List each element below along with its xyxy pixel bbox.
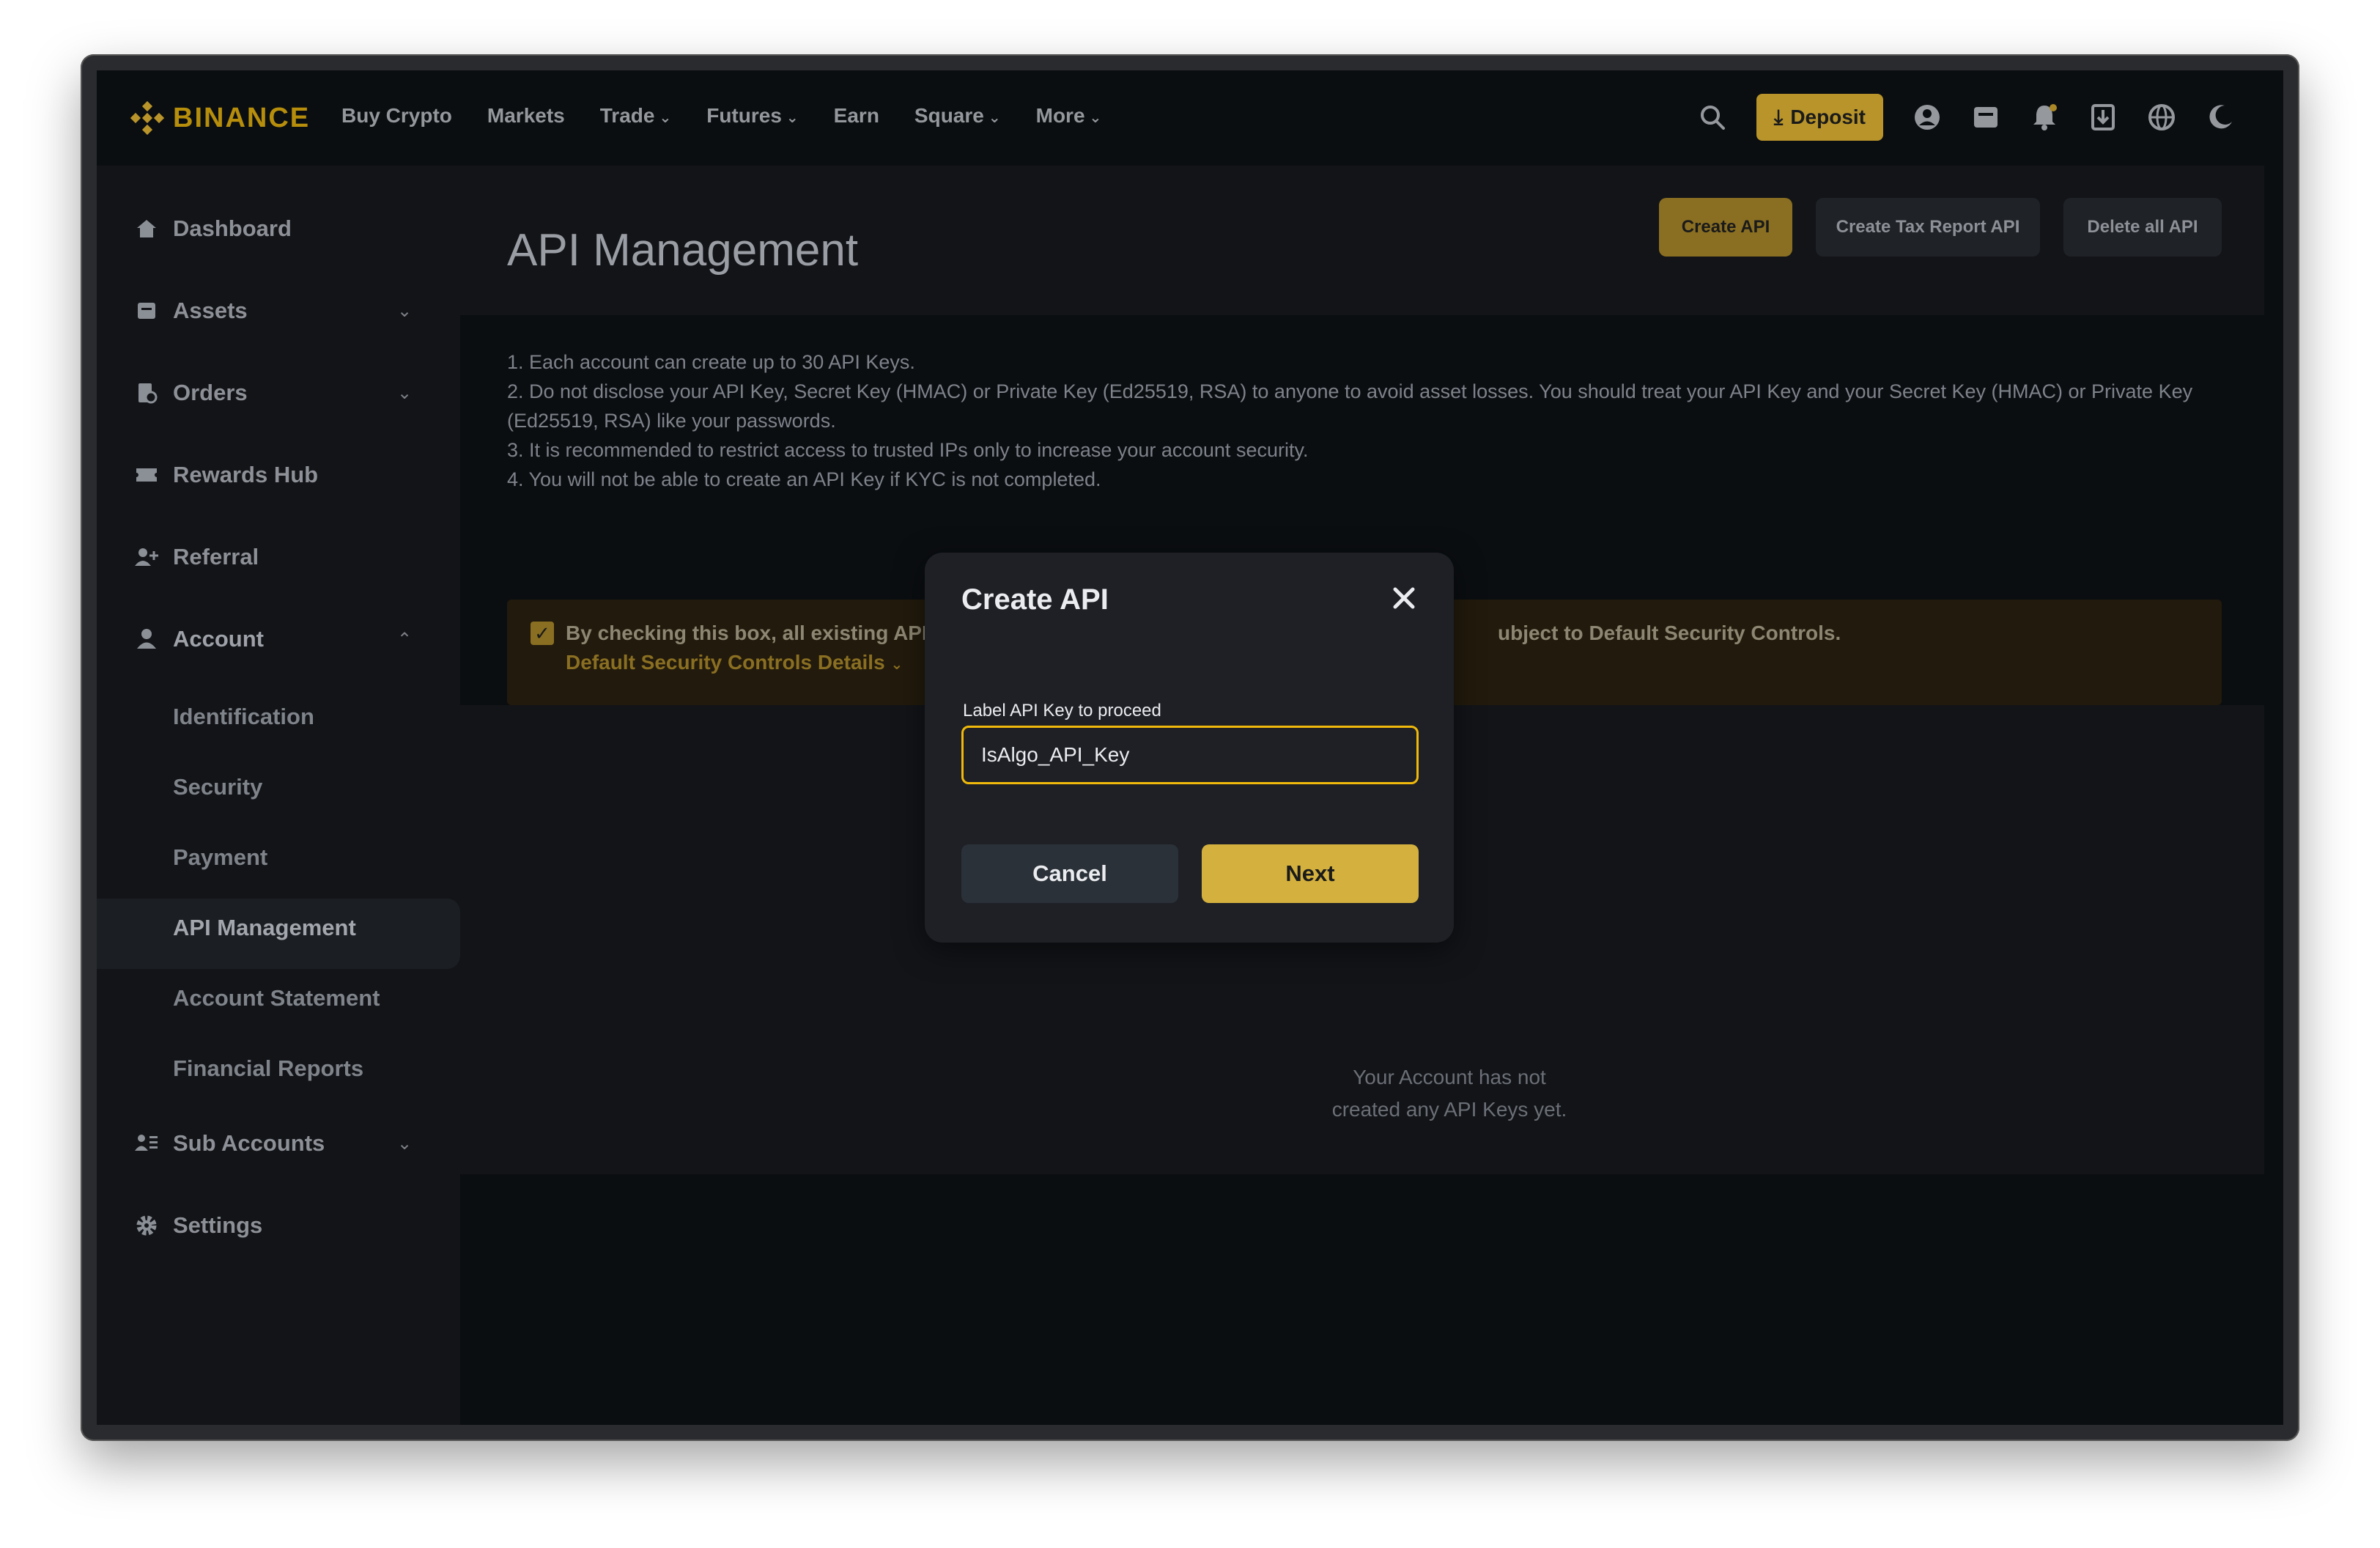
app-screen: BINANCE Buy Crypto Markets Trade ⌄ Future… (97, 70, 2283, 1425)
top-nav: BINANCE Buy Crypto Markets Trade ⌄ Future… (97, 70, 2283, 166)
deposit-button[interactable]: ⤓ Deposit (1756, 94, 1883, 141)
globe-icon[interactable] (2147, 103, 2176, 132)
right-nav: ⤓ Deposit (1698, 94, 2235, 141)
nav-label: Futures (706, 104, 782, 127)
nav-label: Earn (833, 104, 879, 127)
ticket-icon (133, 462, 160, 488)
nav-markets[interactable]: Markets (487, 104, 565, 128)
banner-link-label: Default Security Controls Details (566, 651, 885, 674)
bell-icon[interactable] (2030, 103, 2059, 132)
sidebar-sub-payment[interactable]: Payment (173, 844, 267, 871)
note-line: 4. You will not be able to create an API… (507, 468, 1101, 490)
binance-diamond-icon (130, 100, 165, 136)
close-icon[interactable] (1389, 583, 1419, 613)
orders-icon (133, 380, 160, 406)
nav-buy-crypto[interactable]: Buy Crypto (341, 104, 452, 128)
nav-label: Buy Crypto (341, 104, 452, 127)
nav-label: Markets (487, 104, 565, 127)
create-api-modal: Create API Label API Key to proceed Canc… (925, 553, 1454, 943)
download-app-icon[interactable] (2088, 103, 2118, 132)
chevron-down-icon: ⌄ (1089, 110, 1102, 126)
sidebar-label: Account (173, 626, 264, 652)
cancel-button[interactable]: Cancel (961, 844, 1178, 903)
chevron-down-icon: ⌄ (397, 383, 413, 403)
binance-logo[interactable]: BINANCE (130, 100, 311, 136)
nav-label: Square (914, 104, 984, 127)
note-line: 1. Each account can create up to 30 API … (507, 351, 915, 373)
api-key-label-input[interactable] (961, 726, 1419, 784)
user-icon[interactable] (1912, 103, 1942, 132)
sidebar-sub-security[interactable]: Security (173, 774, 262, 800)
next-button[interactable]: Next (1202, 844, 1419, 903)
logo-text: BINANCE (173, 102, 311, 133)
sidebar-item-orders[interactable]: Orders ⌄ (97, 358, 460, 428)
wallet-icon (133, 298, 160, 324)
nav-more[interactable]: More ⌄ (1036, 104, 1102, 128)
deposit-label: Deposit (1790, 106, 1866, 128)
nav-label: More (1035, 104, 1085, 127)
sidebar-label: Orders (173, 380, 248, 405)
api-notes: 1. Each account can create up to 30 API … (507, 347, 2236, 494)
create-tax-report-api-button[interactable]: Create Tax Report API (1816, 198, 2040, 257)
empty-line: created any API Keys yet. (1331, 1098, 1567, 1121)
nav-earn[interactable]: Earn (834, 104, 879, 128)
nav-links: Buy Crypto Markets Trade ⌄ Futures ⌄ Earn … (341, 104, 1101, 128)
empty-line: Your Account has not (1353, 1066, 1546, 1088)
chevron-down-icon: ⌄ (786, 110, 799, 126)
sidebar-item-rewards-hub[interactable]: Rewards Hub (97, 440, 460, 510)
sidebar-item-sub-accounts[interactable]: Sub Accounts ⌄ (97, 1108, 460, 1179)
nav-square[interactable]: Square ⌄ (914, 104, 1001, 128)
moon-icon[interactable] (2206, 103, 2235, 132)
delete-all-api-button[interactable]: Delete all API (2063, 198, 2222, 257)
home-icon (133, 215, 160, 242)
empty-state-text: Your Account has not created any API Key… (1281, 1061, 1618, 1126)
note-line: 3. It is recommended to restrict access … (507, 439, 1309, 461)
create-api-button[interactable]: Create API (1659, 198, 1792, 257)
wallet-icon[interactable] (1971, 103, 2000, 132)
sidebar-label: Referral (173, 544, 259, 570)
sidebar-item-account[interactable]: Account ⌃ (97, 604, 460, 674)
chevron-down-icon: ⌄ (890, 657, 903, 673)
default-security-checkbox[interactable]: ✓ (531, 622, 554, 645)
chevron-down-icon: ⌄ (659, 110, 672, 126)
nav-futures[interactable]: Futures ⌄ (706, 104, 798, 128)
api-key-label-caption: Label API Key to proceed (963, 701, 1161, 720)
chevron-down-icon: ⌄ (397, 301, 413, 321)
sidebar-sub-account-statement[interactable]: Account Statement (173, 985, 380, 1011)
sidebar-item-assets[interactable]: Assets ⌄ (97, 276, 460, 346)
user-plus-icon (133, 544, 160, 570)
sidebar-sub-identification[interactable]: Identification (173, 704, 314, 730)
sidebar-label: Sub Accounts (173, 1130, 325, 1156)
sidebar-label: Settings (173, 1212, 263, 1238)
banner-text-left: By checking this box, all existing API K (566, 622, 948, 644)
users-icon (133, 1130, 160, 1157)
sidebar: Dashboard Assets ⌄ Orders ⌄ Rewards Hub … (97, 166, 460, 1425)
sidebar-sub-api-management[interactable]: API Management (173, 915, 356, 941)
user-icon (133, 626, 160, 652)
sidebar-item-dashboard[interactable]: Dashboard (97, 194, 460, 264)
note-line: 2. Do not disclose your API Key, Secret … (507, 380, 2193, 432)
nav-label: Trade (599, 104, 655, 127)
default-security-controls-link[interactable]: Default Security Controls Details ⌄ (566, 651, 903, 674)
gear-icon (133, 1212, 160, 1239)
chevron-down-icon: ⌄ (988, 110, 1001, 126)
search-icon[interactable] (1698, 103, 1727, 132)
sidebar-sub-financial-reports[interactable]: Financial Reports (173, 1055, 363, 1082)
nav-trade[interactable]: Trade ⌄ (600, 104, 671, 128)
page-title: API Management (507, 225, 859, 276)
sidebar-label: Dashboard (173, 215, 292, 241)
sidebar-item-settings[interactable]: Settings (97, 1190, 460, 1261)
download-icon: ⤓ (1773, 105, 1784, 128)
banner-text-right: ubject to Default Security Controls. (1498, 622, 1841, 644)
page-header: API Management Create API Create Tax Rep… (460, 166, 2264, 315)
chevron-down-icon: ⌄ (397, 1133, 413, 1154)
sidebar-label: Rewards Hub (173, 462, 319, 487)
chevron-up-icon: ⌃ (397, 629, 413, 649)
modal-title: Create API (961, 583, 1109, 616)
sidebar-label: Assets (173, 298, 248, 323)
sidebar-item-referral[interactable]: Referral (97, 522, 460, 592)
